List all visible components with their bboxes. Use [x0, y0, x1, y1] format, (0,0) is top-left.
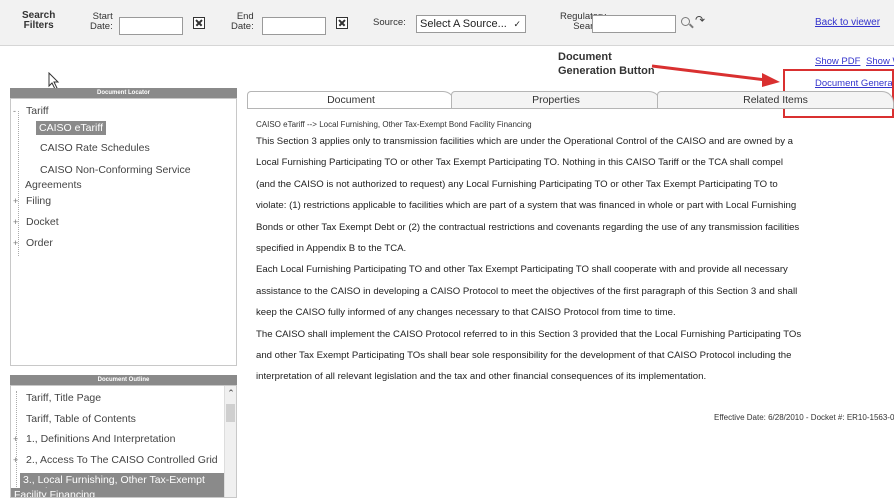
- annotation-line1: Document: [558, 51, 612, 63]
- document-line: Bonds or other Tax Exempt Debt or (2) th…: [256, 221, 800, 233]
- scroll-thumb[interactable]: [226, 404, 235, 422]
- end-date-label-line2: Date:: [231, 21, 254, 32]
- document-line: specified in Appendix B to the TCA.: [256, 243, 407, 255]
- start-date-calendar-icon[interactable]: [193, 17, 205, 29]
- expand-docket-icon[interactable]: +: [13, 217, 18, 227]
- outline-item-section-1[interactable]: 1., Definitions And Interpretation: [26, 433, 175, 445]
- document-content: CAISO eTariff --> Local Furnishing, Othe…: [256, 120, 884, 388]
- search-filters-title-line2: Filters: [23, 20, 54, 31]
- show-links: Show PDF Show Wo: [815, 56, 894, 67]
- start-date-label: Start Date:: [90, 12, 113, 32]
- tree-line: [16, 391, 17, 497]
- tab-document[interactable]: Document: [247, 91, 455, 109]
- tab-divider: [247, 108, 894, 109]
- document-outline-header: Document Outline: [10, 375, 237, 385]
- locator-item-tariff[interactable]: Tariff: [26, 105, 49, 117]
- source-label: Source:: [373, 17, 406, 28]
- document-line: This Section 3 applies only to transmiss…: [256, 136, 794, 147]
- expand-order-icon[interactable]: +: [13, 238, 18, 248]
- document-locator-panel: - Tariff CAISO eTariff CAISO Rate Schedu…: [10, 98, 237, 366]
- document-line: violate: (1) restrictions applicable to …: [256, 200, 797, 212]
- document-line: and other Tax Exempt Participating TOs s…: [256, 350, 792, 362]
- tree-line: [18, 111, 19, 256]
- show-word-link[interactable]: Show Wo: [866, 56, 894, 67]
- locator-item-caiso-etariff[interactable]: CAISO eTariff: [36, 121, 106, 135]
- document-generation-annotation: Document Generation Button: [558, 50, 655, 78]
- locator-item-rate-schedules[interactable]: CAISO Rate Schedules: [40, 142, 150, 154]
- expand-filing-icon[interactable]: +: [13, 196, 18, 206]
- tab-properties[interactable]: Properties: [451, 91, 661, 109]
- document-breadcrumb: CAISO eTariff --> Local Furnishing, Othe…: [256, 120, 532, 129]
- document-line: Each Local Furnishing Participating TO a…: [256, 264, 788, 276]
- locator-item-agreements[interactable]: Agreements: [25, 179, 82, 191]
- source-select-value: Select A Source...: [420, 18, 507, 30]
- effective-date-footer: Effective Date: 6/28/2010 - Docket #: ER…: [714, 413, 894, 422]
- end-date-input[interactable]: [262, 17, 326, 35]
- document-tabs: Document Properties Related Items: [247, 91, 894, 109]
- annotation-line2: Generation Button: [558, 65, 655, 77]
- outline-item-section-3-cont[interactable]: Facility Financing: [11, 488, 111, 497]
- locator-item-order[interactable]: Order: [26, 237, 53, 249]
- document-line: Local Furnishing Participating TO or oth…: [256, 157, 784, 169]
- outline-item-section-2[interactable]: 2., Access To The CAISO Controlled Grid: [26, 454, 218, 466]
- search-filters-title: Search Filters: [22, 11, 55, 31]
- expand-section-2-icon[interactable]: +: [13, 455, 18, 465]
- document-line: The CAISO shall implement the CAISO Prot…: [256, 328, 802, 340]
- chevron-down-icon: ✓: [513, 19, 521, 29]
- arrow-shaft: [651, 64, 767, 82]
- outline-scrollbar[interactable]: ⌃: [224, 386, 236, 497]
- source-select[interactable]: Select A Source... ✓: [416, 15, 526, 33]
- document-line: keep the CAISO fully informed of any cha…: [256, 307, 676, 319]
- document-locator-header: Document Locator: [10, 88, 237, 98]
- arrow-head: [762, 73, 780, 87]
- document-outline-panel: Tariff, Title Page Tariff, Table of Cont…: [10, 385, 237, 498]
- back-to-viewer-link[interactable]: Back to viewer: [815, 17, 880, 28]
- expand-section-1-icon[interactable]: +: [13, 434, 18, 444]
- search-icon[interactable]: [681, 17, 690, 26]
- reset-arrow-icon[interactable]: ↷: [695, 13, 705, 27]
- locator-item-filing[interactable]: Filing: [26, 195, 51, 207]
- outline-item-table-of-contents[interactable]: Tariff, Table of Contents: [26, 413, 136, 425]
- search-filter-bar: Search Filters Start Date: End Date: Sou…: [0, 0, 894, 46]
- outline-item-title-page[interactable]: Tariff, Title Page: [26, 392, 101, 404]
- document-line: interpretation of all relevant legislati…: [256, 371, 707, 383]
- start-date-label-line2: Date:: [90, 21, 113, 32]
- end-date-label: End Date:: [231, 12, 254, 32]
- locator-item-docket[interactable]: Docket: [26, 216, 59, 228]
- show-pdf-link[interactable]: Show PDF: [815, 56, 860, 67]
- document-line: (and the CAISO is not authorized to requ…: [256, 178, 778, 190]
- document-line: assistance to the CAISO in developing a …: [256, 285, 798, 297]
- tab-related-items[interactable]: Related Items: [657, 91, 894, 109]
- start-date-input[interactable]: [119, 17, 183, 35]
- end-date-calendar-icon[interactable]: [336, 17, 348, 29]
- collapse-tariff-icon[interactable]: -: [13, 106, 16, 116]
- regulatory-search-input[interactable]: [592, 15, 676, 33]
- scroll-up-icon[interactable]: ⌃: [225, 388, 236, 399]
- locator-item-non-conforming[interactable]: CAISO Non-Conforming Service: [40, 164, 191, 176]
